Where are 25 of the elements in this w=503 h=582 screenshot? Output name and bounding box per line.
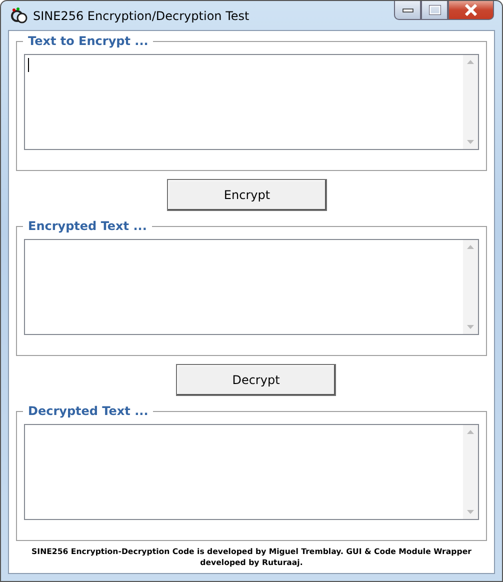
group-label: Text to Encrypt ...: [27, 34, 150, 48]
group-label: Encrypted Text ...: [27, 219, 148, 233]
maximize-icon: [428, 5, 440, 15]
text-area[interactable]: [24, 239, 479, 335]
app-icon: [10, 6, 28, 24]
close-icon: [464, 4, 478, 16]
group-label: Decrypted Text ...: [27, 404, 150, 418]
close-button[interactable]: [448, 1, 494, 20]
scroll-up-icon[interactable]: [467, 430, 474, 434]
scroll-up-icon[interactable]: [467, 60, 474, 64]
scroll-down-icon[interactable]: [467, 510, 474, 514]
scrollbar[interactable]: [463, 240, 478, 334]
scroll-down-icon[interactable]: [467, 325, 474, 329]
scrollbar[interactable]: [463, 425, 478, 519]
text-area[interactable]: [24, 424, 479, 520]
action-button[interactable]: Encrypt: [167, 179, 327, 211]
text-area[interactable]: [24, 54, 479, 150]
maximize-button[interactable]: [421, 1, 448, 20]
scroll-down-icon[interactable]: [467, 140, 474, 144]
window-title: SINE256 Encryption/Decryption Test: [33, 8, 250, 22]
minimize-icon: [402, 7, 414, 13]
action-button[interactable]: Decrypt: [176, 364, 336, 396]
minimize-button[interactable]: [394, 1, 421, 20]
scrollbar[interactable]: [463, 55, 478, 149]
scroll-up-icon[interactable]: [467, 245, 474, 249]
